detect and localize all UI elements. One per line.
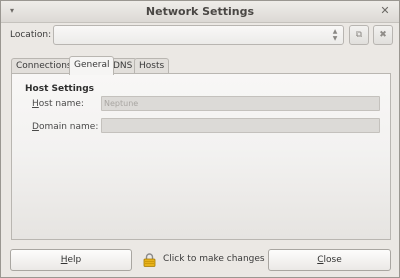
spin-arrows-icon[interactable]: ▲ ▼ <box>331 28 339 42</box>
tab-general[interactable]: General <box>69 56 115 75</box>
save-location-button[interactable]: ⧉ <box>349 25 369 45</box>
general-tab-panel: Host Settings Host name: Domain name: <box>11 73 391 240</box>
host-name-input[interactable] <box>101 96 380 111</box>
tab-hosts[interactable]: Hosts <box>134 58 170 74</box>
delete-location-button[interactable]: ✖ <box>373 25 393 45</box>
close-icon[interactable]: ✕ <box>379 5 391 17</box>
host-name-label: Host name: <box>32 99 84 109</box>
title-bar: ▾ Network Settings ✕ <box>1 1 399 23</box>
network-settings-window: ▾ Network Settings ✕ Location: ▲ ▼ ⧉ ✖ C… <box>0 0 400 278</box>
domain-name-label: Domain name: <box>32 122 99 132</box>
location-combobox[interactable]: ▲ ▼ <box>53 25 344 45</box>
location-label: Location: <box>10 30 52 40</box>
tab-connections[interactable]: Connections <box>11 58 77 74</box>
domain-name-input[interactable] <box>101 118 380 133</box>
save-icon: ⧉ <box>355 30 363 40</box>
window-title: Network Settings <box>145 5 255 18</box>
host-settings-heading: Host Settings <box>25 84 94 94</box>
delete-icon: ✖ <box>379 30 387 40</box>
lock-icon <box>143 253 156 267</box>
lock-text: Click to make changes <box>163 254 265 264</box>
close-button[interactable]: Close <box>268 249 391 271</box>
help-button[interactable]: Help <box>10 249 132 271</box>
